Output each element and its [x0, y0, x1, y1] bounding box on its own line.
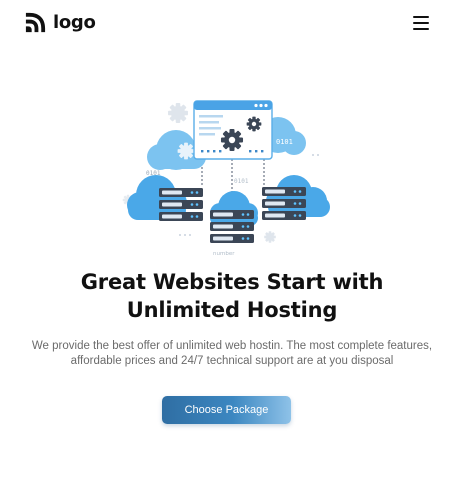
cloud-hosting-servers-illustration: 0101 0101 0101 number — [122, 100, 330, 257]
logo-text: logo — [53, 12, 96, 33]
illustration-binary-label: 0101 — [234, 178, 249, 185]
illustration-number-label: number — [213, 251, 235, 257]
illustration-binary-label: 0101 — [276, 138, 293, 146]
site-header: logo — [0, 0, 464, 46]
hero-description: We provide the best offer of unlimited w… — [31, 340, 433, 367]
choose-package-button[interactable]: Choose Package — [162, 396, 291, 424]
rss-logo-icon — [25, 12, 46, 33]
headline-line-2: Unlimited Hosting — [126, 298, 338, 322]
site-logo[interactable]: logo — [24, 11, 96, 34]
headline-line-1: Great Websites Start with — [80, 270, 384, 294]
hamburger-menu-icon[interactable] — [410, 13, 432, 33]
hero-headline: Great Websites Start with Unlimited Host… — [30, 268, 434, 324]
